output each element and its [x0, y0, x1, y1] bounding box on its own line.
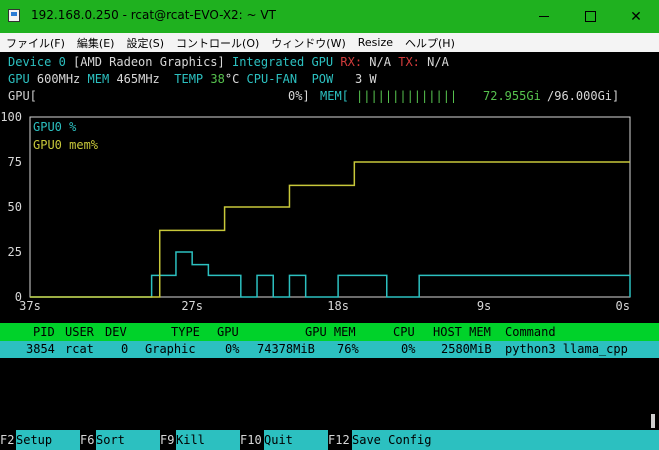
gpu-clock-value: 600MHz	[36, 72, 81, 86]
col-gpu[interactable]: GPU	[217, 323, 239, 341]
proc-type: Graphic	[145, 342, 196, 356]
mem-bar-label: MEM[	[320, 89, 349, 103]
pow-label: POW	[311, 72, 334, 86]
close-button[interactable]: ✕	[613, 0, 659, 33]
x-tick-label: 27s	[181, 299, 203, 313]
fkey-setup-label[interactable]: Setup	[16, 430, 80, 450]
terminal-area[interactable]: Device 0 [AMD Radeon Graphics] Integrate…	[0, 52, 659, 450]
minimize-button[interactable]	[521, 0, 567, 33]
fkey-f10[interactable]: F10	[240, 430, 262, 450]
col-command[interactable]: Command	[505, 323, 556, 341]
menu-resize[interactable]: Resize	[352, 36, 399, 49]
device-label: Device 0	[8, 55, 66, 69]
maximize-icon	[584, 11, 596, 22]
pow-value: 3 W	[354, 72, 377, 86]
series-line-0	[30, 251, 631, 298]
proc-gpu-mem-pct: 76%	[337, 342, 359, 356]
menu-window[interactable]: ウィンドウ(W)	[265, 35, 351, 51]
menu-edit[interactable]: 編集(E)	[71, 35, 121, 51]
mem-clock-value: 465MHz	[116, 72, 160, 86]
gpu-clock-label: GPU	[8, 72, 30, 86]
proc-command: python3 llama_cpp	[505, 342, 628, 356]
x-tick-label: 37s	[19, 299, 41, 313]
menu-file[interactable]: ファイル(F)	[0, 35, 71, 51]
fkey-f6[interactable]: F6	[80, 430, 94, 450]
process-table-header: PID USER DEV TYPE GPU GPU MEM CPU HOST M…	[0, 323, 659, 341]
device-name: [AMD Radeon Graphics]	[73, 55, 225, 69]
mem-bar-fill: ||||||||||||||	[356, 89, 458, 103]
x-tick-label: 0s	[616, 299, 630, 313]
col-user[interactable]: USER	[65, 323, 94, 341]
fkey-quit-label[interactable]: Quit	[264, 430, 328, 450]
proc-cpu: 0%	[401, 342, 416, 356]
proc-dev: 0	[121, 342, 129, 356]
menu-control[interactable]: コントロール(O)	[170, 35, 265, 51]
cpu-fan-label: CPU-FAN	[246, 72, 298, 86]
window-title: 192.168.0.250 - rcat@rcat-EVO-X2: ~ VT	[31, 8, 276, 22]
legend-entry: GPU0 %	[33, 120, 77, 134]
fkey-f9[interactable]: F9	[160, 430, 174, 450]
proc-gpu-mem: 74378MiB	[257, 342, 315, 356]
gpu-bar-value: 0%]	[288, 89, 310, 103]
x-tick-label: 9s	[477, 299, 491, 313]
clocks-line: GPU 600MHz MEM 465MHz TEMP 38°C CPU-FAN …	[8, 71, 377, 88]
integrated-gpu-label: Integrated GPU	[231, 55, 334, 69]
col-dev[interactable]: DEV	[105, 323, 127, 341]
col-pid[interactable]: PID	[33, 323, 55, 341]
chart-frame	[29, 116, 631, 298]
tx-value: N/A	[427, 55, 449, 69]
y-tick-label: 75	[8, 155, 22, 169]
rx-value: N/A	[369, 55, 391, 69]
window-titlebar: 192.168.0.250 - rcat@rcat-EVO-X2: ~ VT ✕	[0, 0, 659, 33]
proc-gpu: 0%	[225, 342, 240, 356]
proc-pid: 3854	[26, 342, 55, 356]
menu-help[interactable]: ヘルプ(H)	[399, 35, 461, 51]
maximize-button[interactable]	[567, 0, 613, 33]
proc-host-mem: 2580MiB	[441, 342, 492, 356]
fkey-kill-label[interactable]: Kill	[176, 430, 240, 450]
gpu-usage-chart: 100755025037s 27s 18s 9s 0sGPU0 %GPU0 mem%	[0, 112, 631, 313]
gpu-bar-label: GPU[	[8, 89, 37, 103]
temp-label: TEMP	[174, 72, 204, 86]
rx-label: RX:	[340, 55, 363, 69]
mem-bar-total: /96.000Gi]	[547, 89, 620, 103]
function-key-bar: F2 Setup F6 Sort F9 Kill F10 Quit F12 Sa…	[0, 430, 659, 450]
terminal-app-icon	[8, 9, 20, 22]
tx-label: TX:	[398, 55, 420, 69]
mem-clock-label: MEM	[87, 72, 110, 86]
proc-user: rcat	[65, 342, 94, 356]
y-tick-label: 100	[0, 112, 22, 124]
y-tick-label: 50	[8, 200, 22, 214]
device-line: Device 0 [AMD Radeon Graphics] Integrate…	[8, 54, 449, 71]
legend-entry: GPU0 mem%	[33, 138, 99, 152]
menu-settings[interactable]: 設定(S)	[120, 35, 170, 51]
fkey-sort-label[interactable]: Sort	[96, 430, 160, 450]
mem-bar-value: 72.955Gi	[483, 89, 541, 103]
fkey-f2[interactable]: F2	[0, 430, 14, 450]
fkey-f12[interactable]: F12	[328, 430, 350, 450]
temp-unit: °C	[224, 72, 240, 86]
menu-bar: ファイル(F) 編集(E) 設定(S) コントロール(O) ウィンドウ(W) R…	[0, 33, 659, 52]
y-tick-label: 25	[8, 245, 22, 259]
minimize-icon	[539, 16, 549, 17]
col-type[interactable]: TYPE	[171, 323, 200, 341]
temp-value: 38	[210, 72, 225, 86]
x-tick-label: 18s	[327, 299, 349, 313]
col-host-mem[interactable]: HOST MEM	[433, 323, 491, 341]
process-row[interactable]: 3854 rcat 0 Graphic 0% 74378MiB 76% 0% 2…	[0, 341, 659, 358]
fkey-save-config-label[interactable]: Save Config	[352, 430, 659, 450]
col-gpu-mem[interactable]: GPU MEM	[305, 323, 356, 341]
series-line-1	[30, 161, 630, 298]
close-icon: ✕	[630, 8, 642, 25]
col-cpu[interactable]: CPU	[393, 323, 415, 341]
terminal-scrollbar-thumb[interactable]	[651, 414, 655, 428]
